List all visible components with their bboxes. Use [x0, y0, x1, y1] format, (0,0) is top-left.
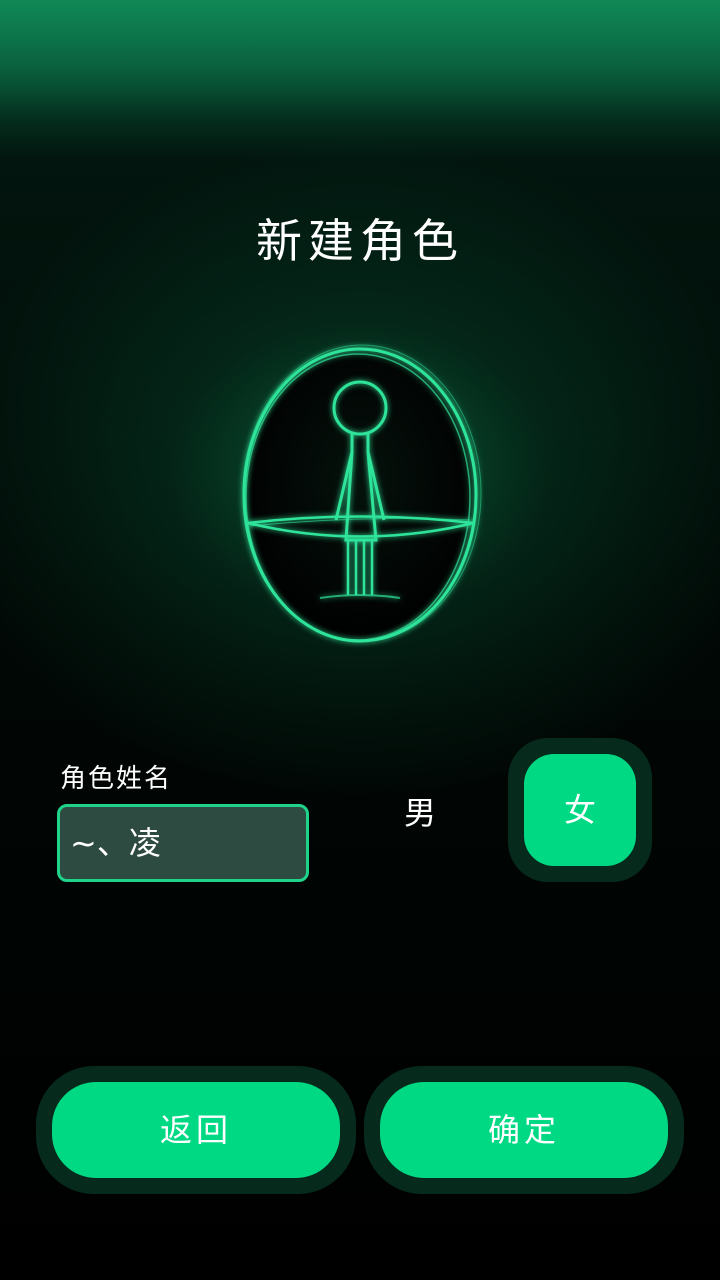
page-title: 新建角色 [256, 214, 464, 268]
stick-figure-in-oval-icon [242, 344, 482, 643]
name-label: 角色姓名 [60, 764, 173, 794]
back-button[interactable]: 返回 [52, 1082, 340, 1178]
character-portrait [236, 340, 484, 650]
gender-male-option[interactable]: 男 [392, 785, 448, 841]
confirm-button-frame[interactable]: 确定 [364, 1066, 684, 1194]
gender-female-button[interactable]: 女 [524, 754, 636, 866]
back-button-frame[interactable]: 返回 [36, 1066, 356, 1194]
gender-female-option[interactable]: 女 [508, 738, 652, 882]
confirm-button[interactable]: 确定 [380, 1082, 668, 1178]
name-input[interactable]: ~、凌 [57, 804, 309, 882]
top-glow [0, 0, 720, 120]
